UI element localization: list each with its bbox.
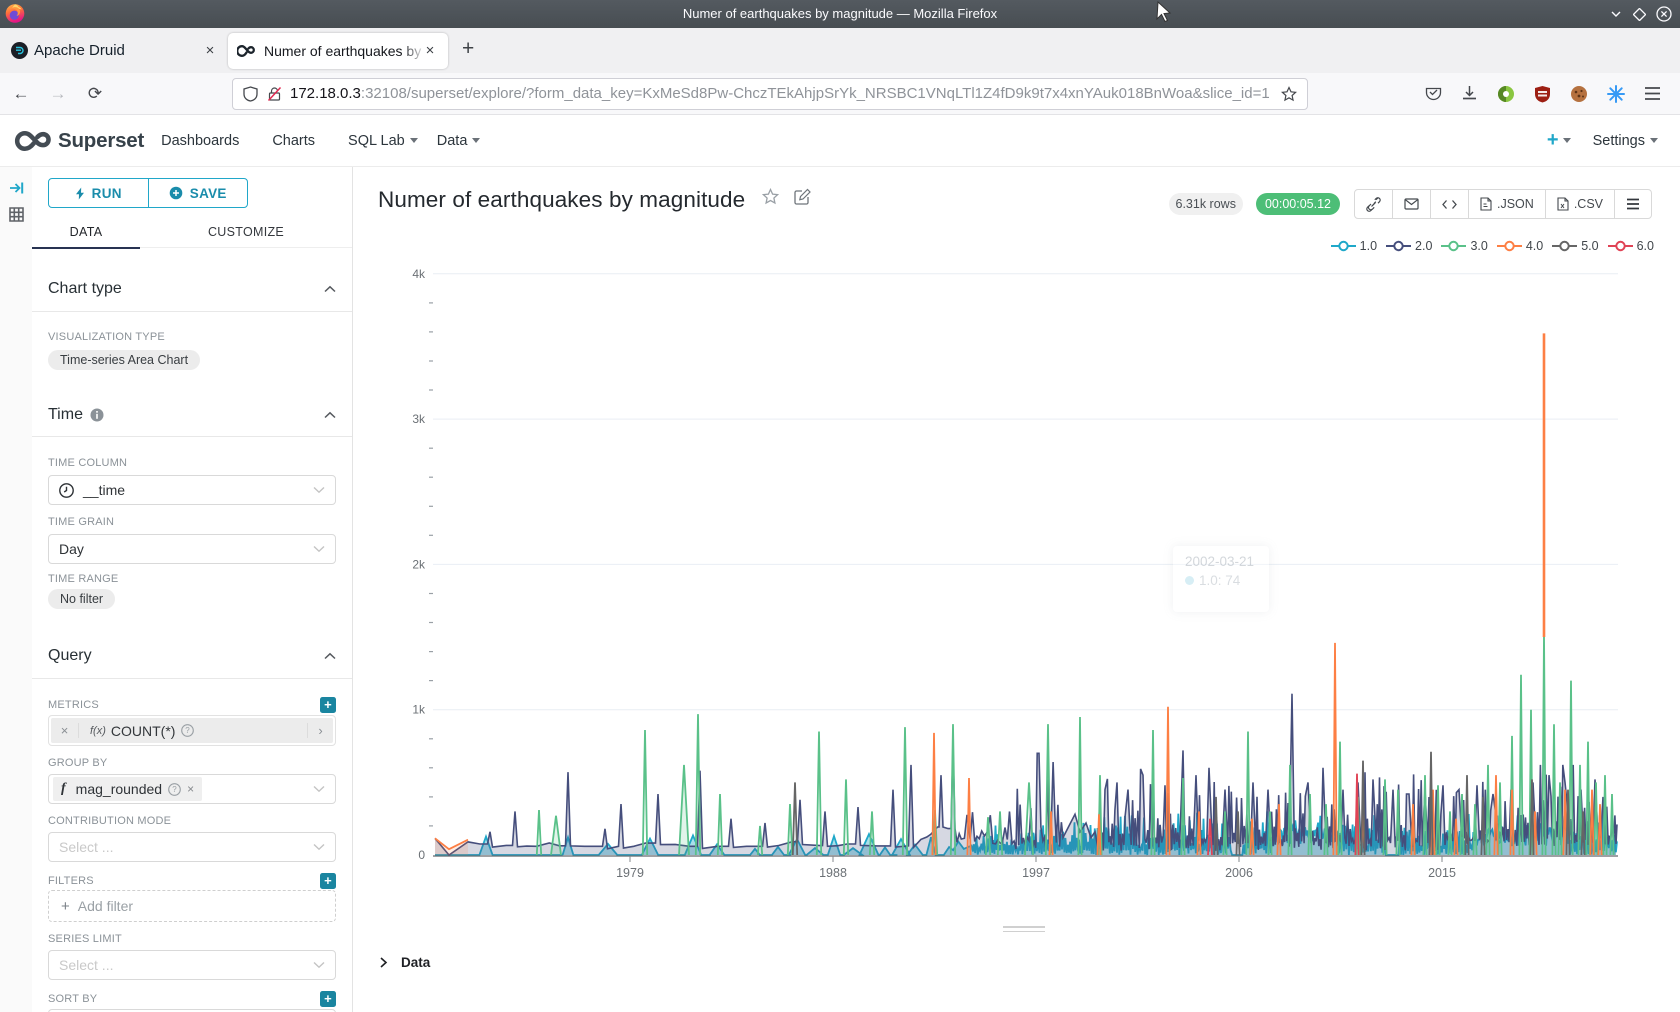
svg-text:1979: 1979 [616,866,644,880]
svg-text:1988: 1988 [819,866,847,880]
svg-text:2k: 2k [412,557,426,571]
svg-text:?: ? [172,785,177,794]
svg-text:4k: 4k [412,267,426,281]
svg-text:0: 0 [418,848,425,862]
svg-text:?: ? [186,726,191,735]
svg-text:1997: 1997 [1022,866,1050,880]
svg-text:3k: 3k [412,412,426,426]
svg-text:1k: 1k [412,703,426,717]
svg-text:2006: 2006 [1225,866,1253,880]
svg-text:2015: 2015 [1428,866,1456,880]
